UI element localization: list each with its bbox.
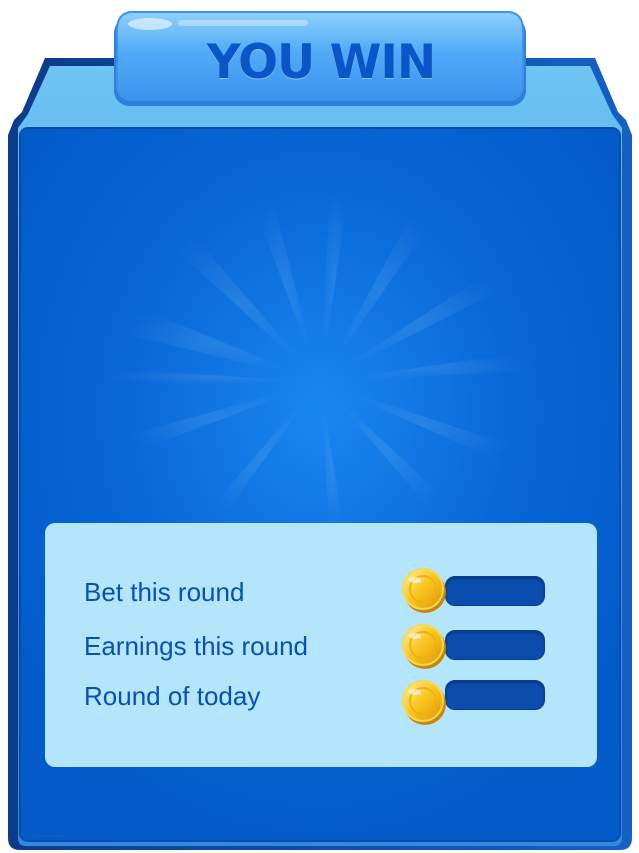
stat-label-earnings: Earnings this round: [84, 630, 309, 661]
stat-row-earnings: Earnings this round: [45, 621, 597, 671]
stat-value-earnings: [445, 630, 545, 660]
stat-value-rounds-today: [445, 680, 545, 710]
stats-panel: Bet this round Earnings this round Round…: [45, 523, 597, 767]
stat-value-bet: [445, 576, 545, 606]
stat-label-bet: Bet this round: [84, 576, 245, 607]
you-win-popup: YOU WIN Bet this round Earnings this rou…: [0, 0, 639, 853]
stat-row-rounds-today: Round of today: [45, 671, 597, 721]
stat-label-rounds-today: Round of today: [84, 680, 261, 711]
stat-row-bet: Bet this round: [45, 567, 597, 617]
popup-title: YOU WIN: [206, 34, 437, 90]
